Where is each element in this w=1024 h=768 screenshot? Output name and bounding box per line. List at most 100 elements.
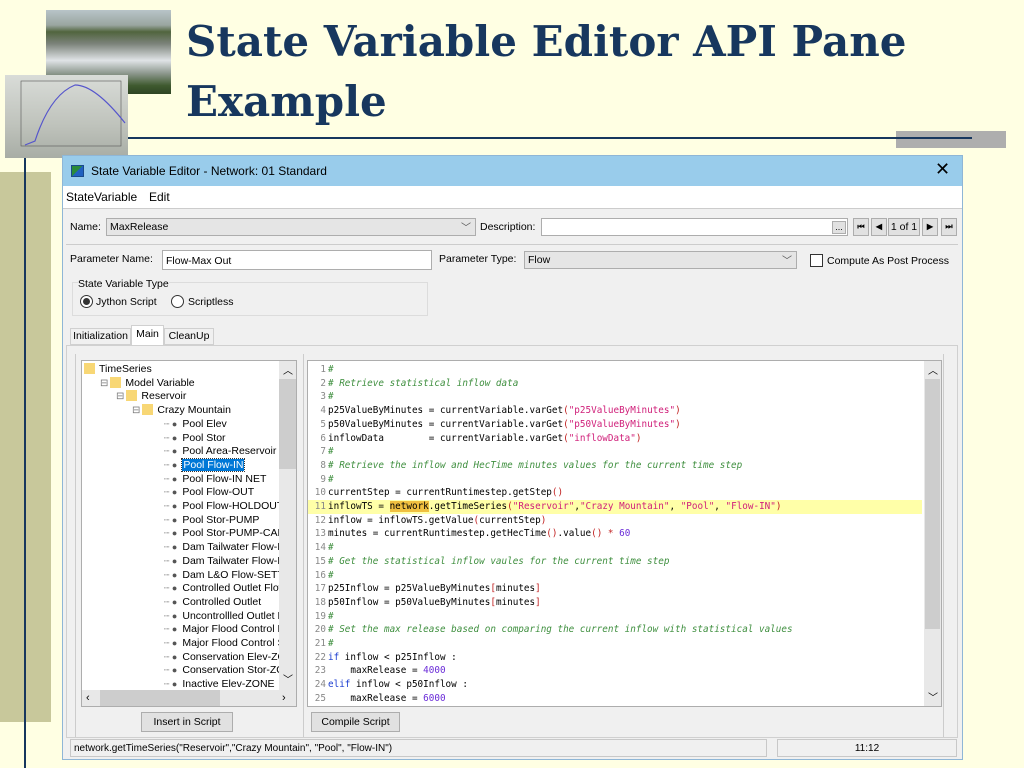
insert-in-script-button[interactable]: Insert in Script [141, 712, 233, 732]
code-line[interactable]: 15 # Get the statistical inflow vaules fo… [308, 555, 922, 569]
tree-item[interactable]: ┈ ● Dam Tailwater Flow-IN [164, 555, 288, 569]
tree-item[interactable]: ┈ ● Pool Flow-OUT [164, 486, 254, 500]
code-line[interactable]: 4 p25ValueByMinutes = currentVariable.var… [308, 404, 922, 418]
code-line[interactable]: 3 # [308, 390, 922, 404]
collapse-icon[interactable]: ⊟ [100, 378, 108, 389]
tree-item[interactable]: ┈ ● Pool Elev [164, 418, 227, 432]
compute-post-process-checkbox[interactable] [810, 254, 823, 267]
code-line[interactable]: 11 inflowTS = network.getTimeSeries("Rese… [308, 500, 922, 514]
code-token: # Retrieve statistical inflow data [328, 377, 519, 389]
code-line[interactable]: 12 inflow = inflowTS.getValue(currentStep… [308, 514, 922, 528]
scroll-up-icon[interactable]: ︿ [928, 362, 938, 377]
tree-horizontal-scrollbar[interactable]: ‹ › [82, 690, 296, 706]
line-number: 24 [314, 679, 326, 691]
tree-item[interactable]: ┈ ● Pool Stor [164, 432, 226, 446]
tree-item[interactable]: ⊟ Crazy Mountain [132, 404, 231, 418]
tree-scroll-thumb[interactable] [279, 379, 296, 469]
tree-item[interactable]: TimeSeries [84, 363, 152, 377]
code-line[interactable]: 7 # [308, 445, 922, 459]
code-token: inflow < p25Inflow : [339, 651, 457, 663]
menu-statevariable[interactable]: StateVariable [66, 190, 137, 204]
tree-item[interactable]: ┈ ● Pool Flow-IN NET [164, 473, 266, 487]
scroll-down-icon[interactable]: ﹀ [928, 689, 938, 704]
next-record-icon[interactable]: ▶ [922, 218, 938, 236]
scroll-down-icon[interactable]: ﹀ [283, 671, 293, 686]
jython-script-radio[interactable] [80, 295, 93, 308]
code-line[interactable]: 21 # [308, 637, 922, 651]
tree-hscroll-thumb[interactable] [100, 690, 220, 706]
previous-record-icon[interactable]: ◀ [871, 218, 887, 236]
tree-item[interactable]: ┈ ● Dam L&O Flow-SETTIN [164, 569, 294, 583]
code-token: p25ValueByMinutes = currentVariable.varG… [328, 405, 564, 417]
tree-item[interactable]: ┈ ● Pool Area-Reservoir [164, 445, 276, 459]
code-line[interactable]: 19 # [308, 610, 922, 624]
code-vertical-scrollbar[interactable]: ︿ ﹀ [924, 361, 941, 706]
code-line[interactable]: 6 inflowData = currentVariable.varGet("in… [308, 432, 922, 446]
tree-item[interactable]: ┈ ● Controlled Outlet [164, 596, 261, 610]
name-combo[interactable]: MaxRelease ﹀ [106, 218, 476, 236]
tab-initialization[interactable]: Initialization [70, 328, 131, 345]
state-variable-type-label: State Variable Type [78, 278, 169, 290]
code-line[interactable]: 2 # Retrieve statistical inflow data [308, 377, 922, 391]
parameter-name-input[interactable]: Flow-Max Out [162, 250, 432, 270]
close-icon[interactable]: ✕ [935, 159, 950, 180]
tree-item[interactable]: ┈ ● Pool Stor-PUMP-CAP [164, 527, 284, 541]
scriptless-radio[interactable] [171, 295, 184, 308]
code-token: # Set the max release based on comparing… [328, 624, 793, 636]
code-scroll-thumb[interactable] [925, 379, 940, 629]
last-record-icon[interactable]: ⏭ [941, 218, 957, 236]
tree-item[interactable]: ┈ ● Uncontrollled Outlet Flo [164, 610, 292, 624]
tree-item[interactable]: ┈ ● Controlled Outlet Flow-S [164, 582, 296, 596]
code-line[interactable]: 18 p50Inflow = p50ValueByMinutes[minutes] [308, 596, 922, 610]
code-line[interactable]: 13 minutes = currentRuntimestep.getHecTim… [308, 527, 922, 541]
first-record-icon[interactable]: ⏮ [853, 218, 869, 236]
tree-item-label: Pool Flow-OUT [182, 486, 255, 499]
tree-item-label: Pool Stor-PUMP-CAP [182, 527, 285, 540]
tab-main[interactable]: Main [131, 325, 164, 346]
tree-item[interactable]: ┈ ● Pool Stor-PUMP [164, 514, 259, 528]
scroll-right-icon[interactable]: › [282, 692, 286, 704]
tree-item[interactable]: ┈ ● Conservation Stor-ZONE [164, 664, 296, 678]
code-token: , [669, 501, 681, 512]
tree-item[interactable]: ┈ ● Pool Flow-IN [164, 457, 246, 473]
tab-cleanup[interactable]: CleanUp [164, 328, 214, 345]
code-line[interactable]: 10 currentStep = currentRuntimestep.getSt… [308, 486, 922, 500]
code-line[interactable]: 22 if inflow < p25Inflow : [308, 651, 922, 665]
tree-item[interactable]: ⊟ Reservoir [116, 390, 186, 404]
tree-vertical-scrollbar[interactable]: ︿ ﹀ [279, 361, 296, 690]
scroll-left-icon[interactable]: ‹ [86, 692, 90, 704]
code-line[interactable]: 8 # Retrieve the inflow and HecTime minut… [308, 459, 922, 473]
scroll-up-icon[interactable]: ︿ [283, 362, 293, 377]
code-line[interactable]: 16 # [308, 569, 922, 583]
code-line[interactable]: 24 elif inflow < p50Inflow : [308, 678, 922, 692]
code-token: 6000 [423, 692, 446, 704]
collapse-icon[interactable]: ⊟ [132, 405, 140, 416]
tree-item-label: Reservoir [141, 390, 187, 403]
tree-item[interactable]: ┈ ● Major Flood Control Sto [164, 637, 293, 651]
window-title: State Variable Editor - Network: 01 Stan… [91, 164, 327, 178]
code-line[interactable]: 20 # Set the max release based on compari… [308, 623, 922, 637]
description-input[interactable] [541, 218, 848, 236]
code-token: ) [635, 432, 642, 444]
tree-item[interactable]: ⊟ Model Variable [100, 376, 195, 391]
tree-item[interactable]: ┈ ● Pool Flow-HOLDOUT [164, 500, 283, 514]
tree-item[interactable]: ┈ ● Dam Tailwater Flow-IN [164, 541, 288, 555]
code-line[interactable]: 5 p50ValueByMinutes = currentVariable.var… [308, 418, 922, 432]
code-token: # Retrieve the inflow and HecTime minute… [328, 459, 743, 471]
code-line[interactable]: 25 maxRelease = 6000 [308, 692, 922, 706]
code-line[interactable]: 1 # [308, 363, 922, 377]
parameter-type-combo[interactable]: Flow ﹀ [524, 251, 797, 269]
description-ellipsis-button[interactable]: ... [832, 221, 846, 234]
menu-edit[interactable]: Edit [149, 190, 170, 204]
code-line[interactable]: 9 # [308, 473, 922, 487]
code-line[interactable]: 23 maxRelease = 4000 [308, 664, 922, 678]
script-editor[interactable]: 1 #2 # Retrieve statistical inflow data 3 #4… [307, 360, 942, 707]
code-line[interactable]: 17 p25Inflow = p25ValueByMinutes[minutes] [308, 582, 922, 596]
collapse-icon[interactable]: ⊟ [116, 391, 124, 402]
compile-script-button[interactable]: Compile Script [311, 712, 400, 732]
code-line[interactable]: 14 # [308, 541, 922, 555]
tree-item[interactable]: ┈ ● Major Flood Control Ele [164, 623, 293, 637]
tree-item[interactable]: ┈ ● Conservation Elev-ZONI [164, 651, 296, 665]
decorative-line [24, 155, 26, 768]
tree-item-label: TimeSeries [99, 363, 152, 375]
